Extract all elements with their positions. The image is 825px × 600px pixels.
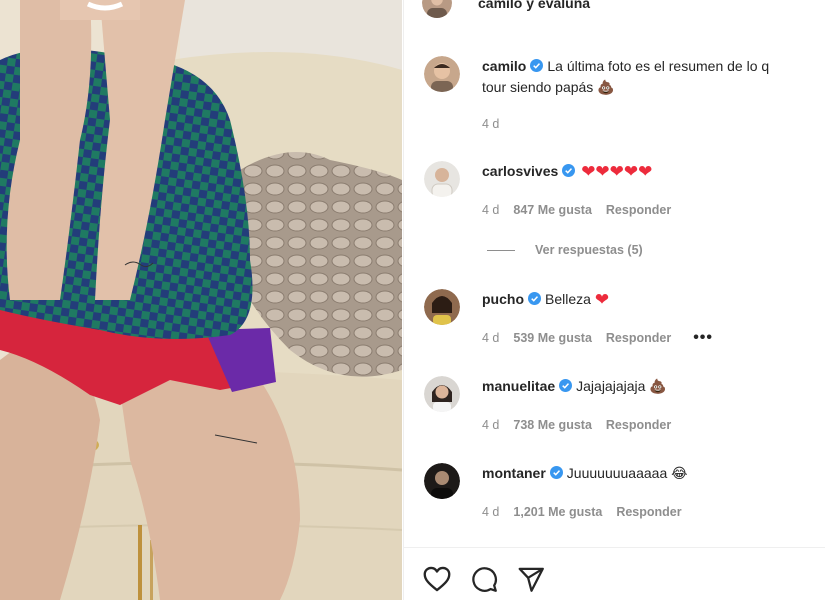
like-button[interactable] bbox=[422, 564, 452, 594]
avatar[interactable] bbox=[424, 376, 460, 412]
comments-panel: camilo y evaluna camilo La última foto es… bbox=[403, 0, 825, 600]
view-replies-label[interactable]: Ver respuestas (5) bbox=[535, 243, 643, 257]
heart-emoji: ❤ bbox=[594, 290, 610, 310]
comment-likes[interactable]: 1,201 Me gusta bbox=[513, 505, 602, 519]
avatar[interactable] bbox=[424, 289, 460, 325]
comment-item: camilo La última foto es el resumen de lo… bbox=[424, 56, 824, 131]
comment-age: 4 d bbox=[482, 505, 500, 519]
laughing-emoji: 😂 bbox=[671, 466, 688, 482]
heart-outline-icon bbox=[423, 566, 451, 592]
comment-meta: 4 d bbox=[482, 117, 824, 131]
poop-emoji: 💩 bbox=[597, 80, 615, 96]
comment-meta: 4 d 847 Me gusta Responder bbox=[482, 203, 824, 217]
comment-body-line2: tour siendo papás bbox=[482, 79, 594, 95]
comment-likes[interactable]: 847 Me gusta bbox=[513, 203, 592, 217]
comment-age: 4 d bbox=[482, 117, 500, 131]
comment-likes[interactable]: 738 Me gusta bbox=[513, 418, 592, 432]
comment-bubble-icon bbox=[471, 566, 497, 592]
comment-age: 4 d bbox=[482, 418, 500, 432]
comment-username[interactable]: camilo bbox=[482, 58, 526, 74]
comment-text: camilo La última foto es el resumen de lo… bbox=[482, 56, 824, 77]
comment-age: 4 d bbox=[482, 203, 500, 217]
hearts-emoji: ❤❤❤❤❤ bbox=[581, 162, 653, 182]
comment-username[interactable]: pucho bbox=[482, 291, 524, 307]
poop-emoji: 💩 bbox=[649, 379, 667, 395]
actions-divider bbox=[404, 547, 825, 548]
comment-item: manuelitae Jajajajajaja 💩 4 d 738 Me gust… bbox=[424, 376, 824, 432]
comment-likes[interactable]: 539 Me gusta bbox=[513, 331, 592, 345]
verified-badge-icon bbox=[549, 466, 563, 479]
comment-text: manuelitae Jajajajajaja 💩 bbox=[482, 376, 824, 398]
comment-text: montaner Juuuuuuuaaaaa 😂 bbox=[482, 463, 824, 485]
comment-meta: 4 d 738 Me gusta Responder bbox=[482, 418, 824, 432]
post-header: camilo y evaluna bbox=[422, 0, 590, 18]
comment-username[interactable]: montaner bbox=[482, 465, 546, 481]
verified-badge-icon bbox=[559, 379, 573, 392]
post-photo-illustration bbox=[0, 0, 402, 600]
paper-plane-icon bbox=[518, 567, 544, 592]
post-author-avatar[interactable] bbox=[422, 0, 452, 18]
comment-meta: 4 d 539 Me gusta Responder ••• bbox=[482, 330, 824, 346]
comment-text: pucho Belleza ❤ bbox=[482, 289, 824, 311]
comment-item: montaner Juuuuuuuaaaaa 😂 4 d 1,201 Me gus… bbox=[424, 463, 824, 519]
post-actions bbox=[422, 564, 563, 594]
post-header-title[interactable]: camilo y evaluna bbox=[478, 0, 590, 11]
verified-badge-icon bbox=[530, 59, 544, 72]
reply-button[interactable]: Responder bbox=[606, 203, 671, 217]
comment-username[interactable]: manuelitae bbox=[482, 378, 555, 394]
comment-age: 4 d bbox=[482, 331, 500, 345]
reply-button[interactable]: Responder bbox=[616, 505, 681, 519]
reply-button[interactable]: Responder bbox=[606, 418, 671, 432]
comment-username[interactable]: carlosvives bbox=[482, 163, 558, 179]
verified-badge-icon bbox=[528, 292, 541, 305]
comment-button[interactable] bbox=[469, 564, 499, 594]
comment-item: pucho Belleza ❤ 4 d 539 Me gusta Responde… bbox=[424, 289, 824, 346]
verified-badge-icon bbox=[562, 164, 576, 177]
avatar[interactable] bbox=[424, 463, 460, 499]
reply-button[interactable]: Responder bbox=[606, 331, 671, 345]
replies-divider bbox=[487, 249, 515, 251]
view-replies-button[interactable]: Ver respuestas (5) bbox=[487, 243, 643, 257]
comment-body: La última foto es el resumen de lo q bbox=[547, 58, 770, 74]
comment-item: carlosvives ❤❤❤❤❤ 4 d 847 Me gusta Respo… bbox=[424, 161, 824, 217]
comment-text: carlosvives ❤❤❤❤❤ bbox=[482, 161, 824, 183]
comment-text-continued: tour siendo papás 💩 bbox=[482, 77, 824, 99]
comment-body: Jajajajajaja bbox=[576, 378, 646, 394]
avatar[interactable] bbox=[424, 161, 460, 197]
comment-body: Juuuuuuuaaaaa bbox=[566, 465, 668, 481]
comment-body: Belleza bbox=[545, 291, 591, 307]
post-photo bbox=[0, 0, 402, 600]
avatar[interactable] bbox=[424, 56, 460, 92]
more-options-icon[interactable]: ••• bbox=[693, 330, 713, 346]
comment-meta: 4 d 1,201 Me gusta Responder bbox=[482, 505, 824, 519]
share-button[interactable] bbox=[516, 564, 546, 594]
